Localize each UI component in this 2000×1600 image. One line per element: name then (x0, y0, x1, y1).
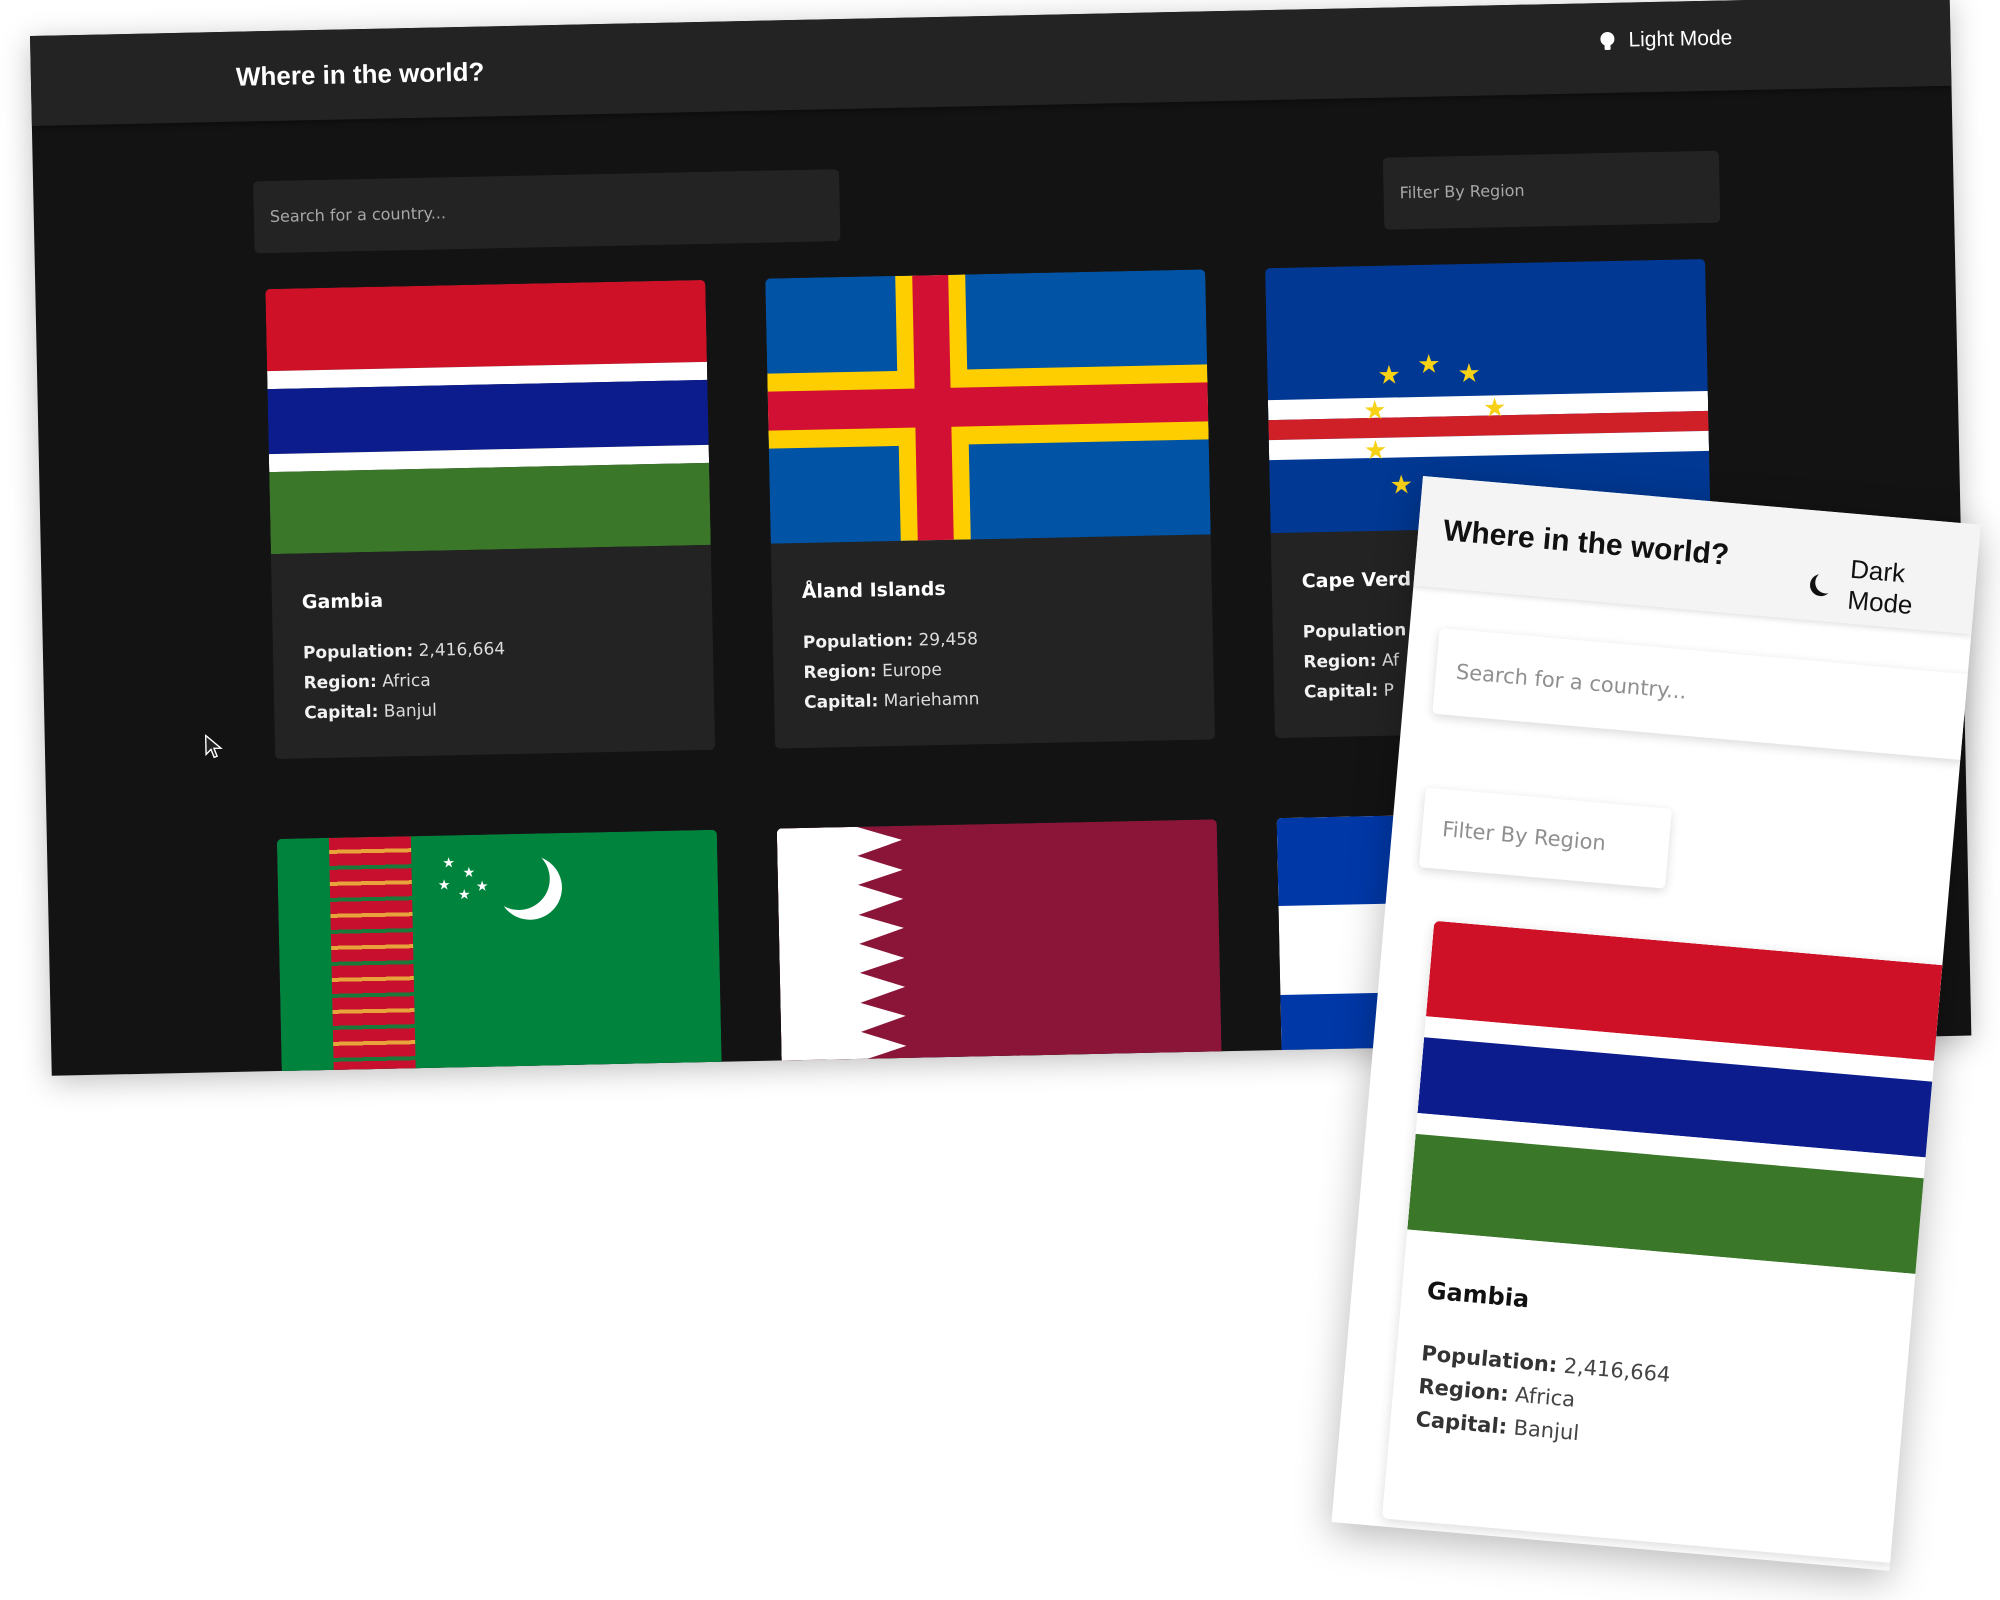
theme-toggle-label: Light Mode (1628, 26, 1733, 52)
population-row: Population: 29,458 (802, 629, 979, 653)
light-mode-mobile-screenshot: Where in the world? Dark Mode Search for… (1331, 476, 1981, 1571)
country-card-qatar[interactable] (776, 819, 1227, 1076)
theme-toggle-button[interactable]: Light Mode (1600, 26, 1732, 53)
aland-flag (765, 269, 1211, 544)
region-row: Region: Africa (1417, 1374, 1577, 1412)
lightbulb-icon (1600, 32, 1614, 50)
country-card-aland-islands[interactable]: Åland Islands Population: 29,458 Region:… (765, 269, 1215, 749)
capital-row: Capital: Banjul (1414, 1407, 1581, 1446)
capital-row: Capital: Banjul (304, 700, 438, 724)
search-input[interactable]: Search for a country... (1432, 628, 1973, 761)
capital-row: Capital: P (1303, 680, 1395, 703)
country-name: Cape Verd (1301, 568, 1412, 593)
gambia-flag (265, 279, 711, 555)
theme-toggle-label: Dark Mode (1846, 553, 1914, 621)
gambia-flag (1407, 920, 1948, 1275)
app-title: Where in the world? (235, 56, 485, 92)
country-card-turkmenistan[interactable]: ★ ★ ★ ★ ★ (276, 829, 727, 1076)
search-input[interactable]: Search for a country... (253, 169, 841, 254)
region-filter-dropdown[interactable]: Filter By Region (1418, 787, 1672, 889)
region-filter-dropdown[interactable]: Filter By Region (1382, 150, 1721, 230)
country-card-gambia[interactable]: Gambia Population: 2,416,664 Region: Afr… (265, 279, 716, 760)
mouse-cursor-icon (204, 734, 223, 759)
capital-row: Capital: Mariehamn (803, 689, 980, 713)
header: Where in the world? Light Mode (30, 0, 1952, 126)
region-row: Region: Af (1303, 650, 1400, 673)
country-name: Gambia (301, 589, 384, 614)
population-row: Population (1302, 620, 1407, 643)
theme-toggle-button[interactable]: Dark Mode (1813, 551, 1978, 627)
turkmenistan-flag: ★ ★ ★ ★ ★ (276, 829, 723, 1076)
country-name: Åland Islands (801, 577, 946, 603)
population-row: Population: 2,416,664 (302, 639, 506, 664)
country-name: Gambia (1425, 1276, 1531, 1314)
qatar-flag (776, 819, 1223, 1076)
moon-icon (1814, 571, 1838, 595)
country-card-gambia[interactable]: Gambia Population: 2,416,664 Region: Afr… (1381, 920, 1948, 1564)
region-row: Region: Europe (803, 660, 943, 683)
region-row: Region: Africa (303, 670, 431, 694)
app-title: Where in the world? (1441, 514, 1731, 572)
